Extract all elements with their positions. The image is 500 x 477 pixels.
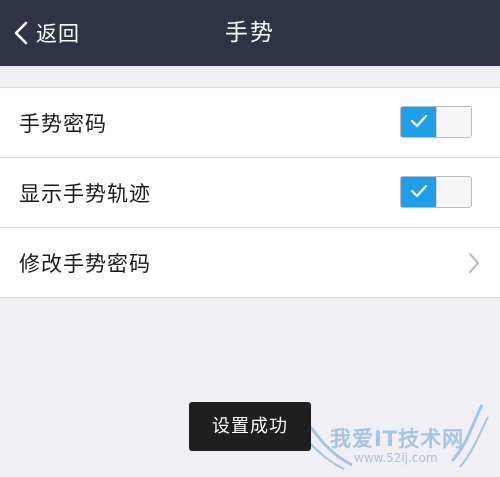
- setting-row-show-gesture-trail: 显示手势轨迹: [0, 158, 500, 228]
- top-navigation-bar: 手势 返回: [0, 0, 500, 66]
- back-button[interactable]: 返回: [14, 16, 80, 50]
- check-icon: [410, 183, 428, 202]
- watermark-text: 我爱IT技术网: [330, 427, 465, 451]
- watermark-url: www.52ij.com: [354, 451, 438, 465]
- toast-message: 设置成功: [189, 402, 311, 451]
- toggle-on-indicator: [401, 107, 437, 137]
- gesture-password-toggle[interactable]: [400, 106, 472, 138]
- setting-label-gesture-password: 手势密码: [19, 111, 107, 136]
- setting-label-change-gesture-password: 修改手势密码: [19, 251, 151, 276]
- gesture-settings-list: 手势密码 显示手势轨迹 修改手势密码: [0, 87, 500, 298]
- toggle-knob: [436, 107, 471, 137]
- setting-row-gesture-password: 手势密码: [0, 88, 500, 158]
- chevron-right-icon: [468, 252, 480, 278]
- setting-row-change-gesture-password[interactable]: 修改手势密码: [0, 228, 500, 297]
- chevron-left-icon: [14, 21, 28, 45]
- toggle-knob: [436, 177, 471, 207]
- watermark-logo: 我爱IT技术网 www.52ij.com: [282, 395, 492, 473]
- show-gesture-trail-toggle[interactable]: [400, 176, 472, 208]
- back-button-label: 返回: [36, 22, 80, 46]
- toggle-on-indicator: [401, 177, 437, 207]
- check-icon: [410, 113, 428, 132]
- setting-label-show-gesture-trail: 显示手势轨迹: [19, 181, 151, 206]
